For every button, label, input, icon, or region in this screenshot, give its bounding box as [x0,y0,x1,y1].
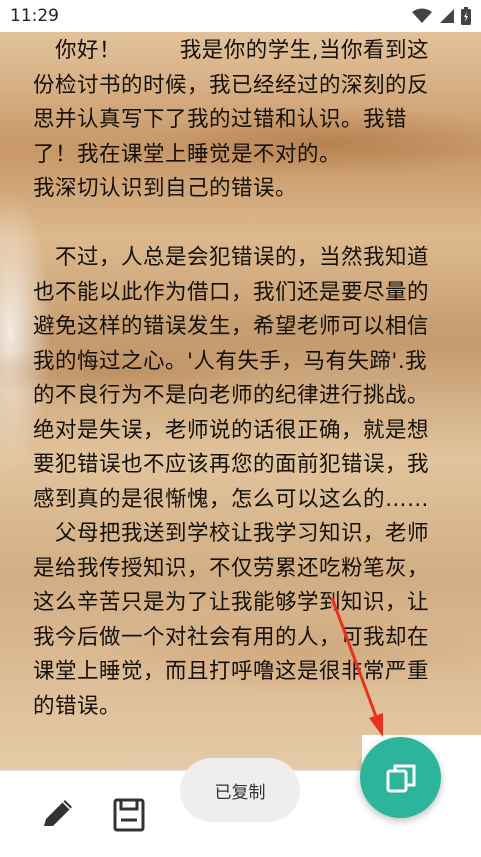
copy-icon [386,764,415,792]
edit-button[interactable] [38,794,78,834]
wifi-icon [412,8,432,23]
copied-toast: 已复制 [180,758,300,822]
paper-background: 你好！ 我是你的学生,当你看到这份检讨书的时候，我已经经过的深刻的反思并认真写下… [0,32,481,770]
letter-text[interactable]: 你好！ 我是你的学生,当你看到这份检讨书的时候，我已经经过的深刻的反思并认真写下… [33,34,448,724]
save-button[interactable] [110,796,148,834]
toast-text: 已复制 [214,782,266,803]
pencil-icon [44,800,72,826]
status-bar: 11:29 [0,0,481,32]
copy-fab-button[interactable] [360,737,441,818]
battery-icon [461,7,471,25]
signal-icon [440,9,454,23]
save-icon [113,798,145,832]
status-time: 11:29 [10,6,59,26]
status-icons [411,7,471,25]
